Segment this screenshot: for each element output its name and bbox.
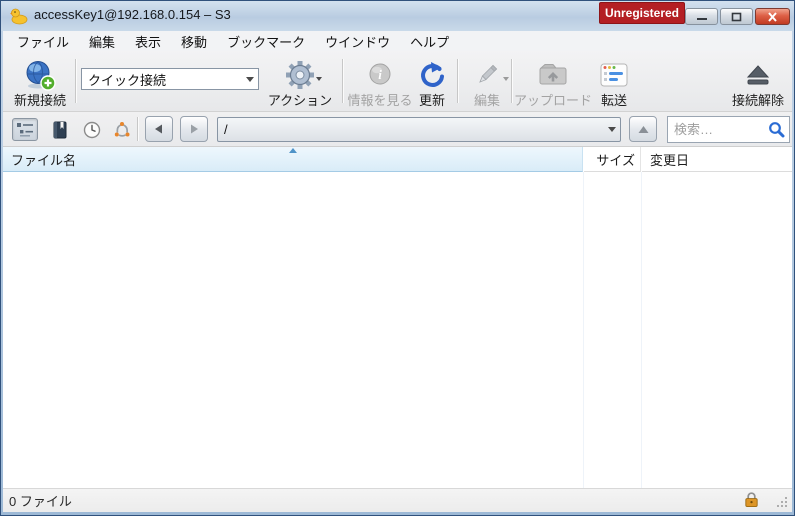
view-browser-toggle[interactable] xyxy=(12,118,38,141)
edit-dropdown-icon xyxy=(503,77,509,81)
bonjour-icon xyxy=(114,122,130,137)
path-chevron-down-icon[interactable] xyxy=(603,118,620,141)
window-title: accessKey1@192.168.0.154 – S3 xyxy=(34,7,231,22)
folder-up-icon xyxy=(539,63,567,84)
toolbar-separator xyxy=(342,59,343,103)
column-divider xyxy=(641,172,642,488)
refresh-label: 更新 xyxy=(418,93,445,108)
app-window: accessKey1@192.168.0.154 – S3 Unregister… xyxy=(0,0,795,516)
column-header-modified-label: 変更日 xyxy=(650,152,690,168)
edit-button: 編集 xyxy=(463,54,511,109)
bookmarks-book-icon xyxy=(53,121,67,138)
minimize-button[interactable] xyxy=(685,8,718,25)
menu-go[interactable]: 移動 xyxy=(171,30,217,53)
file-count: 0 ファイル xyxy=(9,494,72,509)
cyberduck-duck-icon xyxy=(10,8,28,25)
sort-ascending-icon xyxy=(289,148,297,153)
gear-icon xyxy=(286,60,314,89)
disconnect-label: 接続解除 xyxy=(731,93,784,108)
circular-arrow-icon xyxy=(421,61,444,87)
transfers-label: 転送 xyxy=(600,93,627,108)
menu-edit[interactable]: 編集 xyxy=(79,30,125,53)
navbar-separator xyxy=(137,117,138,141)
back-button[interactable] xyxy=(145,116,173,142)
get-info-label: 情報を見る xyxy=(347,93,413,108)
status-bar: 0 ファイル xyxy=(3,488,792,512)
transfer-window-icon xyxy=(600,63,628,86)
outline-view-icon xyxy=(17,123,33,137)
quick-connect-value: クイック接続 xyxy=(88,72,167,88)
forward-arrow-icon xyxy=(191,124,198,134)
get-info-button: i 情報を見る xyxy=(347,54,413,109)
history-clock-icon xyxy=(83,121,101,138)
chevron-down-icon[interactable] xyxy=(241,69,258,89)
refresh-button[interactable]: 更新 xyxy=(412,54,452,109)
info-circle-icon: i xyxy=(369,63,391,84)
toolbar: 新規接続 クイック接続 アクション i 情報を見る 更新 編集 アップロード 転… xyxy=(3,51,792,112)
disconnect-button[interactable]: 接続解除 xyxy=(727,54,789,109)
toolbar-separator xyxy=(457,59,458,103)
search-box xyxy=(667,116,790,143)
toolbar-separator xyxy=(511,59,512,103)
svg-text:i: i xyxy=(378,67,382,82)
path-value: / xyxy=(224,122,228,137)
client-area: ファイル 編集 表示 移動 ブックマーク ウインドウ ヘルプ 新規接続 クイック… xyxy=(3,31,792,512)
path-combobox[interactable]: / xyxy=(217,117,621,142)
file-table-header: ファイル名 サイズ 変更日 xyxy=(3,147,792,172)
maximize-icon xyxy=(731,12,742,21)
close-icon xyxy=(768,11,777,22)
search-input[interactable] xyxy=(672,121,768,138)
upload-button: アップロード xyxy=(514,54,593,109)
toolbar-separator xyxy=(75,59,76,103)
action-label: アクション xyxy=(267,93,333,108)
pencil-icon xyxy=(479,64,498,83)
upload-label: アップロード xyxy=(514,93,593,108)
up-arrow-icon xyxy=(638,125,648,133)
edit-label: 編集 xyxy=(473,93,500,108)
magnifier-icon[interactable] xyxy=(768,121,785,138)
globe-plus-icon xyxy=(26,60,56,91)
navigation-bar: / xyxy=(3,112,792,147)
view-bookmarks-toggle[interactable] xyxy=(47,118,73,141)
eject-icon xyxy=(746,64,770,84)
menu-help[interactable]: ヘルプ xyxy=(400,30,459,53)
view-bonjour-toggle[interactable] xyxy=(109,118,135,141)
menu-window[interactable]: ウインドウ xyxy=(315,30,400,53)
padlock-icon xyxy=(745,492,758,508)
view-history-toggle[interactable] xyxy=(79,118,105,141)
menu-view[interactable]: 表示 xyxy=(125,30,171,53)
column-header-filename-label: ファイル名 xyxy=(11,152,77,168)
action-button[interactable]: アクション xyxy=(265,54,335,109)
unregistered-badge[interactable]: Unregistered xyxy=(599,2,685,24)
transfers-button[interactable]: 転送 xyxy=(593,54,635,109)
back-arrow-icon xyxy=(155,124,162,134)
menu-file[interactable]: ファイル xyxy=(7,30,79,53)
column-header-modified[interactable]: 変更日 xyxy=(642,147,792,172)
column-divider xyxy=(583,172,584,488)
minimize-icon xyxy=(696,18,707,20)
quick-connect-combobox[interactable]: クイック接続 xyxy=(81,68,259,90)
new-connection-button[interactable]: 新規接続 xyxy=(9,54,71,109)
forward-button xyxy=(180,116,208,142)
column-header-size[interactable]: サイズ xyxy=(584,147,641,172)
action-dropdown-icon[interactable] xyxy=(316,77,322,81)
maximize-button[interactable] xyxy=(720,8,753,25)
new-connection-label: 新規接続 xyxy=(13,93,66,108)
resize-grip[interactable] xyxy=(775,495,789,509)
menu-bookmark[interactable]: ブックマーク xyxy=(217,30,315,53)
up-directory-button[interactable] xyxy=(629,116,657,142)
window-controls xyxy=(685,8,790,25)
close-button[interactable] xyxy=(755,8,790,25)
title-bar: accessKey1@192.168.0.154 – S3 Unregister… xyxy=(1,1,794,31)
menu-bar: ファイル 編集 表示 移動 ブックマーク ウインドウ ヘルプ xyxy=(3,31,792,51)
file-list[interactable] xyxy=(3,172,792,488)
column-header-size-label: サイズ xyxy=(596,152,635,168)
